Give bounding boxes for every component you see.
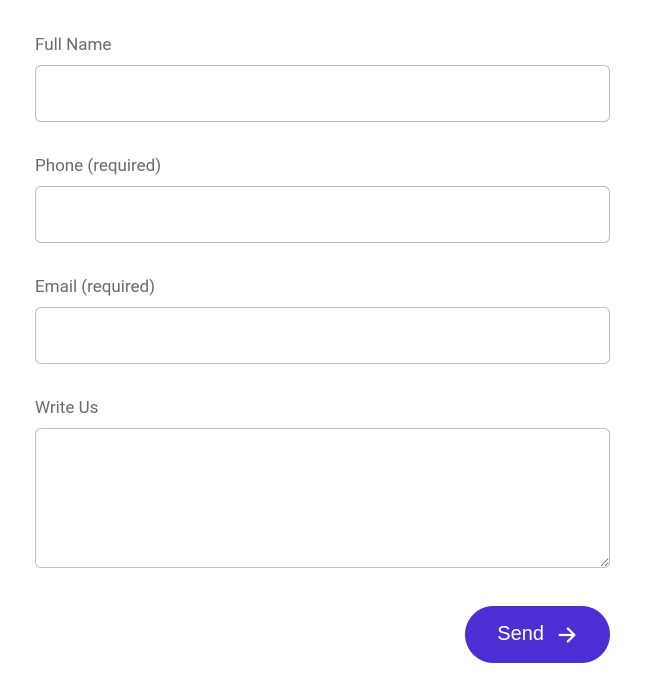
button-row: Send [35,606,610,663]
phone-group: Phone (required) [35,156,610,243]
message-textarea[interactable] [35,428,610,568]
message-label: Write Us [35,398,610,418]
contact-form: Full Name Phone (required) Email (requir… [35,35,610,663]
email-group: Email (required) [35,277,610,364]
fullname-label: Full Name [35,35,610,55]
message-group: Write Us [35,398,610,572]
email-input[interactable] [35,307,610,364]
email-label: Email (required) [35,277,610,297]
phone-input[interactable] [35,186,610,243]
fullname-group: Full Name [35,35,610,122]
arrow-right-icon [556,624,578,646]
fullname-input[interactable] [35,65,610,122]
send-button[interactable]: Send [465,606,610,663]
phone-label: Phone (required) [35,156,610,176]
send-button-label: Send [497,623,544,646]
